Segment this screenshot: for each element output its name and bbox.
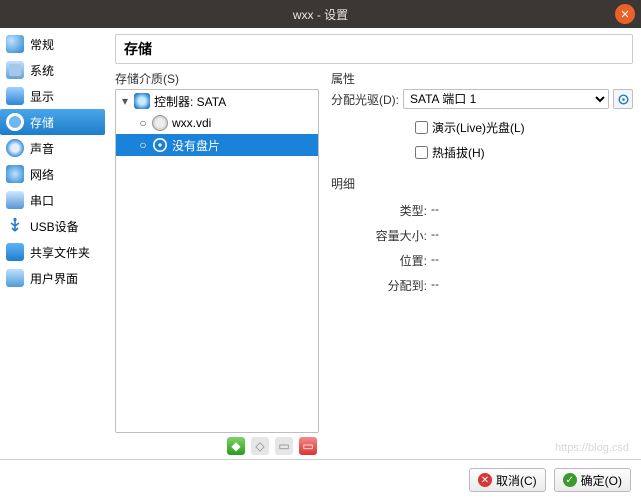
storage-tree[interactable]: ▾ 控制器: SATA ○ wxx.vdi ○ 没有盘片	[115, 89, 319, 433]
serial-icon	[6, 191, 24, 209]
tree-bullet: ○	[138, 116, 148, 130]
remove-controller-button[interactable]: ▭	[299, 437, 317, 455]
cancel-button[interactable]: ✕ 取消(C)	[469, 468, 546, 492]
cancel-label: 取消(C)	[496, 472, 537, 489]
sidebar-item-label: 存储	[30, 114, 54, 131]
attributes-label: 属性	[331, 70, 633, 87]
window-title: wxx - 设置	[293, 6, 348, 23]
detail-row: 容量大小: --	[331, 227, 633, 244]
title-bar: wxx - 设置 ✕	[0, 0, 641, 28]
optical-label: 没有盘片	[172, 137, 220, 154]
ui-icon	[6, 269, 24, 287]
hotplug-checkbox[interactable]	[415, 146, 428, 159]
controller-row[interactable]: ▾ 控制器: SATA	[116, 90, 318, 112]
sidebar-item-label: 网络	[30, 166, 54, 183]
sidebar-item-network[interactable]: 网络	[0, 161, 105, 187]
sidebar-item-label: 常规	[30, 36, 54, 53]
storage-icon	[6, 113, 24, 131]
network-icon	[6, 165, 24, 183]
controller-label: 控制器: SATA	[154, 93, 226, 110]
storage-media-column: 存储介质(S) ▾ 控制器: SATA ○ wxx.vdi ○	[115, 70, 319, 455]
settings-sidebar: 常规 系统 显示 存储 声音 网络 串口 US	[0, 28, 107, 459]
controller-icon	[134, 93, 150, 109]
hotplug-label: 热插拔(H)	[432, 144, 485, 161]
remove-attachment-button[interactable]: ▭	[275, 437, 293, 455]
sidebar-item-label: 系统	[30, 62, 54, 79]
folder-icon	[6, 243, 24, 261]
usb-icon	[6, 217, 24, 235]
live-cd-label: 演示(Live)光盘(L)	[432, 119, 525, 136]
sidebar-item-system[interactable]: 系统	[0, 57, 105, 83]
sidebar-item-label: 用户界面	[30, 270, 78, 287]
general-icon	[6, 35, 24, 53]
disk-row[interactable]: ○ wxx.vdi	[116, 112, 318, 134]
detail-value: --	[431, 277, 439, 294]
sidebar-item-shared-folders[interactable]: 共享文件夹	[0, 239, 105, 265]
tree-bullet: ○	[138, 138, 148, 152]
detail-value: --	[431, 227, 439, 244]
optical-row[interactable]: ○ 没有盘片	[116, 134, 318, 156]
system-icon	[6, 61, 24, 79]
storage-media-label: 存储介质(S)	[115, 70, 319, 87]
sidebar-item-general[interactable]: 常规	[0, 31, 105, 57]
dialog-content: 常规 系统 显示 存储 声音 网络 串口 US	[0, 28, 641, 460]
live-cd-checkbox[interactable]	[415, 121, 428, 134]
drive-label: 分配光驱(D):	[331, 91, 399, 108]
sidebar-item-storage[interactable]: 存储	[0, 109, 105, 135]
detail-value: --	[431, 202, 439, 219]
sidebar-item-label: USB设备	[30, 218, 79, 235]
details-label: 明细	[331, 175, 633, 192]
sidebar-item-label: 声音	[30, 140, 54, 157]
detail-key: 分配到:	[331, 277, 427, 294]
sidebar-item-label: 显示	[30, 88, 54, 105]
sidebar-item-serial[interactable]: 串口	[0, 187, 105, 213]
add-controller-button[interactable]: ◆	[227, 437, 245, 455]
sidebar-item-display[interactable]: 显示	[0, 83, 105, 109]
optical-drive-select[interactable]: SATA 端口 1	[403, 89, 609, 109]
choose-disk-button[interactable]	[613, 89, 633, 109]
storage-tree-toolbar: ◆ ◇ ▭ ▭	[115, 433, 319, 455]
sidebar-item-label: 串口	[30, 192, 54, 209]
display-icon	[6, 87, 24, 105]
chevron-down-icon: ▾	[120, 94, 130, 108]
settings-page: 存储 存储介质(S) ▾ 控制器: SATA ○ wxx.vdi	[107, 28, 641, 459]
close-icon[interactable]: ✕	[615, 4, 635, 24]
detail-value: --	[431, 252, 439, 269]
cancel-icon: ✕	[478, 473, 492, 487]
detail-key: 位置:	[331, 252, 427, 269]
sidebar-item-label: 共享文件夹	[30, 244, 90, 261]
detail-key: 类型:	[331, 202, 427, 219]
ok-icon: ✓	[563, 473, 577, 487]
sidebar-item-user-interface[interactable]: 用户界面	[0, 265, 105, 291]
disk-label: wxx.vdi	[172, 116, 211, 130]
dialog-footer: ✕ 取消(C) ✓ 确定(O)	[0, 460, 641, 500]
page-title: 存储	[115, 34, 633, 64]
detail-row: 位置: --	[331, 252, 633, 269]
ok-label: 确定(O)	[581, 472, 622, 489]
optical-icon	[152, 137, 168, 153]
sidebar-item-usb[interactable]: USB设备	[0, 213, 105, 239]
sound-icon	[6, 139, 24, 157]
sidebar-item-audio[interactable]: 声音	[0, 135, 105, 161]
detail-row: 分配到: --	[331, 277, 633, 294]
detail-row: 类型: --	[331, 202, 633, 219]
attributes-column: 属性 分配光驱(D): SATA 端口 1 演示(Live)光盘(L)	[331, 70, 633, 455]
ok-button[interactable]: ✓ 确定(O)	[554, 468, 631, 492]
detail-key: 容量大小:	[331, 227, 427, 244]
disk-icon	[152, 115, 168, 131]
add-attachment-button[interactable]: ◇	[251, 437, 269, 455]
